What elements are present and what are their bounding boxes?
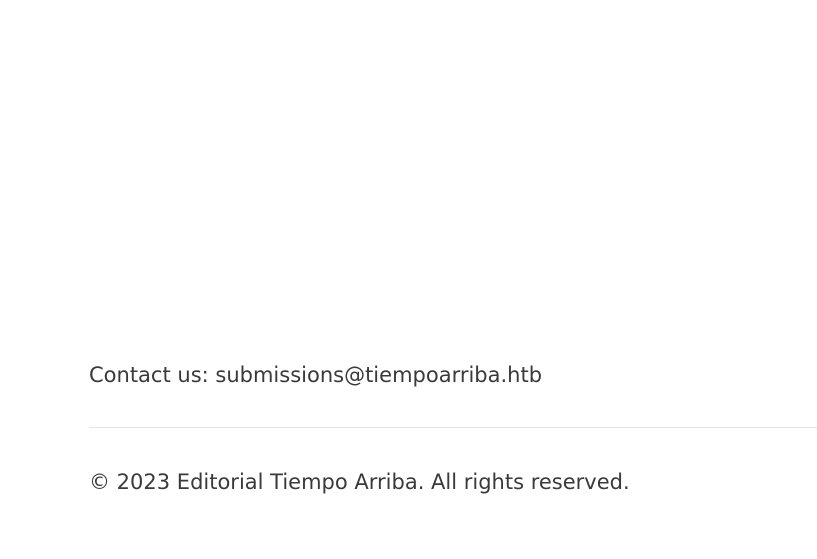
contact-email-link[interactable]: submissions@tiempoarriba.htb (215, 363, 542, 387)
contact-line: Contact us: submissions@tiempoarriba.htb (89, 361, 542, 389)
contact-label: Contact us: (89, 363, 216, 387)
site-footer: Contact us: submissions@tiempoarriba.htb… (89, 0, 817, 559)
page: Contact us: submissions@tiempoarriba.htb… (0, 0, 817, 559)
footer-divider (89, 427, 817, 428)
copyright-text: © 2023 Editorial Tiempo Arriba. All righ… (89, 470, 630, 494)
